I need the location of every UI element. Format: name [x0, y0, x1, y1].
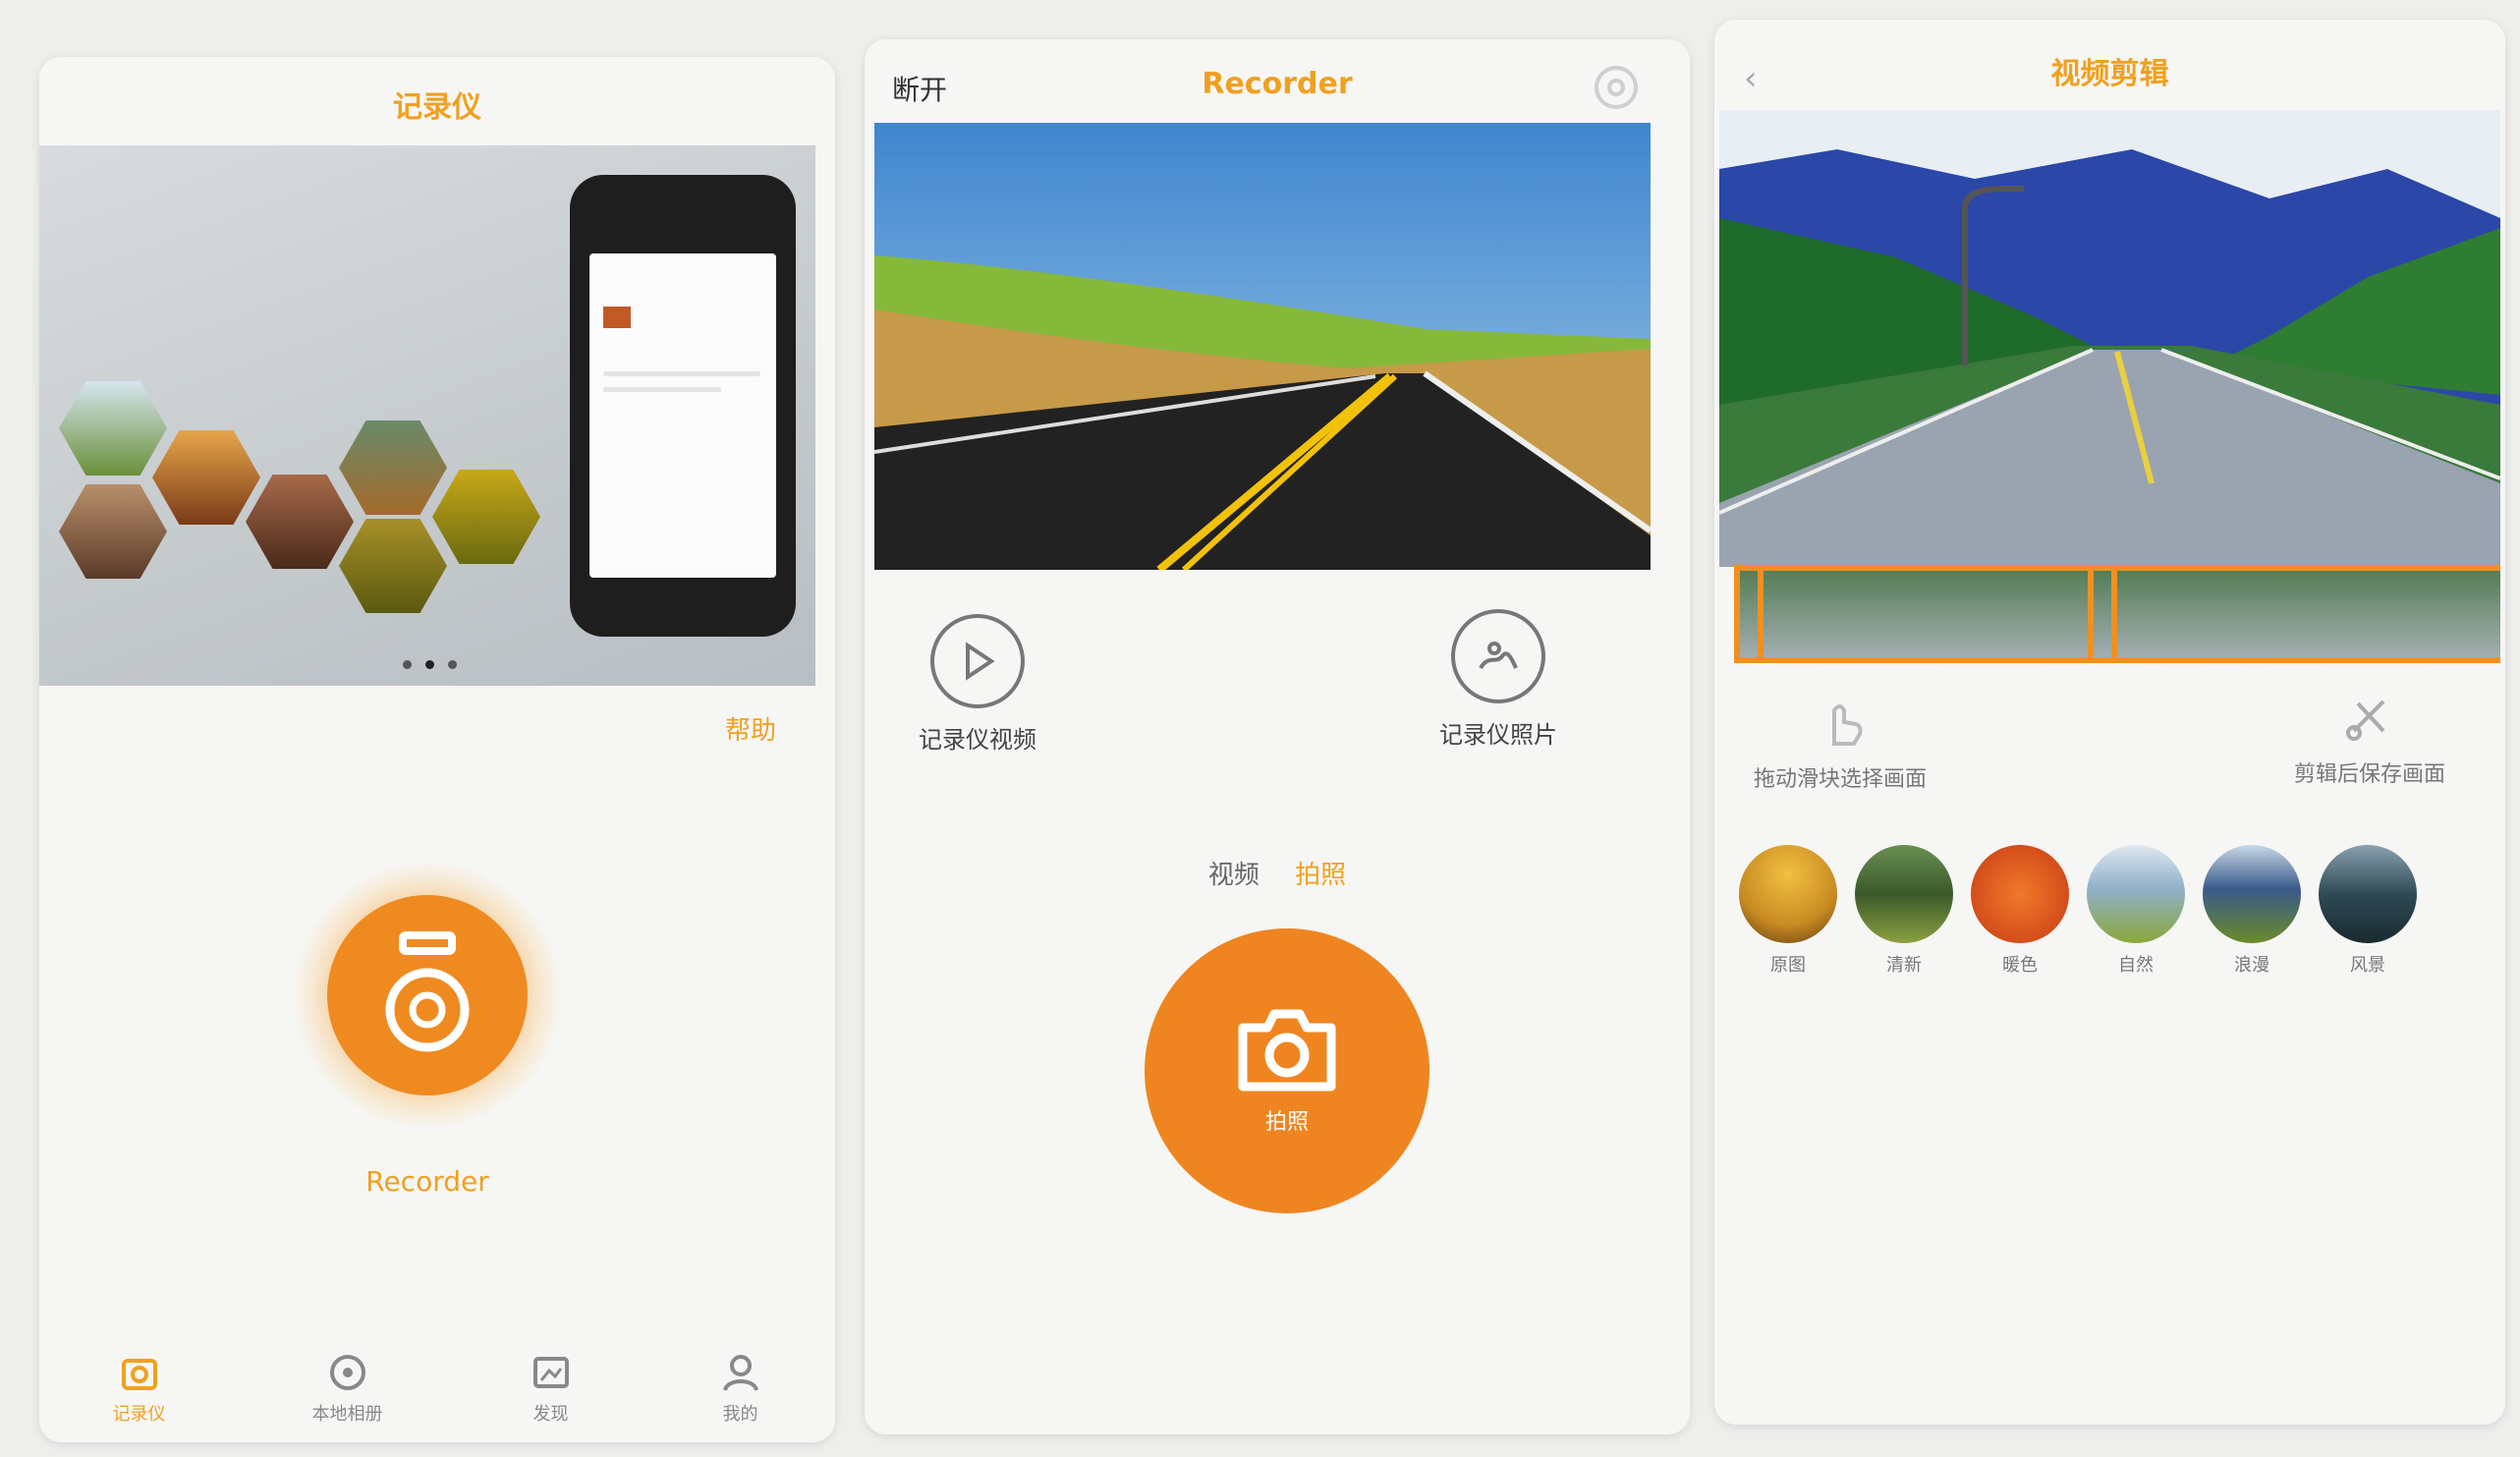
tab-label: 记录仪 — [112, 1404, 166, 1425]
edit-preview — [1719, 110, 2500, 567]
banner-photo-tile — [339, 420, 447, 515]
filter-thumbnail — [2087, 845, 2185, 943]
action-label: 记录仪照片 — [1439, 721, 1557, 749]
recorder-home-screen: 记录仪 帮助 Recorder 记录仪 本地相册 发现 我的 — [39, 57, 835, 1442]
filter-thumbnail — [2203, 845, 2301, 943]
help-link[interactable]: 帮助 — [725, 710, 776, 747]
scissors-icon — [2346, 700, 2385, 741]
filter-item[interactable]: 原图 — [1739, 845, 1837, 977]
filter-label: 浪漫 — [2234, 955, 2269, 976]
page-title: 记录仪 — [393, 90, 481, 125]
filter-list: 原图 清新 暖色 自然 浪漫 风景 — [1739, 845, 2505, 977]
recorder-photo-button[interactable]: 记录仪照片 — [1439, 609, 1557, 750]
album-icon — [329, 1355, 365, 1390]
settings-icon[interactable] — [1592, 63, 1641, 112]
tab-local-album[interactable]: 本地相册 — [312, 1351, 383, 1426]
recorder-live-screen: 断开 Recorder 记录仪视频 记录仪照片 视频 拍照 拍照 — [865, 39, 1690, 1434]
banner-photo-tile — [246, 475, 354, 569]
filter-thumbnail — [1855, 845, 1953, 943]
filter-label: 清新 — [1886, 955, 1922, 976]
page-title: 视频剪辑 — [2050, 57, 2169, 91]
filter-item[interactable]: 自然 — [2087, 845, 2185, 977]
discover-icon — [532, 1357, 569, 1388]
trim-handle-end[interactable] — [2088, 565, 2117, 663]
filter-item[interactable]: 清新 — [1855, 845, 1953, 977]
photo-icon — [1451, 609, 1545, 703]
trim-handle-start[interactable] — [1734, 565, 1764, 663]
camera-icon — [1238, 1009, 1336, 1092]
filter-label: 自然 — [2118, 955, 2154, 976]
bottom-tab-bar: 记录仪 本地相册 发现 我的 — [39, 1334, 835, 1442]
carousel-dot[interactable] — [403, 660, 412, 669]
profile-icon — [722, 1355, 758, 1391]
phone-mockup-line — [603, 371, 760, 376]
recorder-video-button[interactable]: 记录仪视频 — [919, 614, 1036, 755]
dashcam-icon — [385, 931, 470, 1052]
action-label: 记录仪视频 — [919, 726, 1036, 754]
phone-mockup — [570, 175, 796, 637]
carousel-dot[interactable] — [448, 660, 457, 669]
banner-photo-tile — [59, 484, 167, 579]
filter-thumbnail — [1971, 845, 2069, 943]
tool-label: 剪辑后保存画面 — [2294, 762, 2446, 787]
trim-selection — [1734, 565, 2500, 663]
capture-label: 拍照 — [1264, 1110, 1309, 1135]
video-edit-screen: ‹ 视频剪辑 拖动滑块选择画面 剪辑后保存画面 原图 清新 暖色 自然 浪漫 风… — [1714, 20, 2505, 1425]
banner-photo-tile — [152, 430, 260, 525]
filter-thumbnail — [2319, 845, 2417, 943]
filter-thumbnail — [1739, 845, 1837, 943]
live-video-preview[interactable] — [874, 123, 1651, 570]
phone-mockup-screen — [589, 253, 776, 578]
tab-profile[interactable]: 我的 — [719, 1351, 762, 1426]
filter-label: 暖色 — [2002, 955, 2038, 976]
promo-banner[interactable] — [39, 145, 815, 686]
play-icon — [930, 614, 1025, 708]
banner-photo-tile — [59, 381, 167, 476]
home-icon — [121, 1359, 157, 1390]
capture-button[interactable]: 拍照 — [1145, 928, 1429, 1213]
capture-mode-switch: 视频 拍照 — [865, 855, 1690, 891]
connect-label: Recorder — [365, 1165, 489, 1198]
hand-drag-icon — [1832, 704, 1863, 746]
banner-photo-tile — [339, 519, 447, 613]
mode-video-tab[interactable]: 视频 — [1208, 861, 1260, 890]
tab-label: 本地相册 — [311, 1404, 383, 1425]
carousel-dot-active[interactable] — [425, 660, 434, 669]
filter-item[interactable]: 浪漫 — [2203, 845, 2301, 977]
filter-item[interactable]: 暖色 — [1971, 845, 2069, 977]
tab-label: 发现 — [532, 1404, 569, 1425]
tab-label: 我的 — [722, 1404, 758, 1425]
tool-label: 拖动滑块选择画面 — [1754, 767, 1928, 792]
tab-discover[interactable]: 发现 — [530, 1351, 573, 1426]
filter-label: 风景 — [2350, 955, 2385, 976]
save-edit-tool[interactable]: 剪辑后保存画面 — [2294, 688, 2445, 788]
phone-mockup-thumbnail — [603, 307, 631, 328]
phone-mockup-line — [603, 387, 721, 392]
timeline-trimmer[interactable] — [1734, 565, 2500, 663]
page-title: Recorder — [1202, 67, 1353, 101]
filter-label: 原图 — [1770, 955, 1806, 976]
filter-item[interactable]: 风景 — [2319, 845, 2417, 977]
mountain-road-scene — [1719, 110, 2500, 567]
mode-photo-tab[interactable]: 拍照 — [1295, 861, 1346, 890]
connect-recorder-button[interactable] — [327, 895, 528, 1095]
banner-photo-tile — [432, 470, 540, 564]
road-scene — [874, 123, 1651, 570]
tab-recorder[interactable]: 记录仪 — [113, 1351, 166, 1426]
select-frame-tool[interactable]: 拖动滑块选择画面 — [1754, 693, 1927, 793]
